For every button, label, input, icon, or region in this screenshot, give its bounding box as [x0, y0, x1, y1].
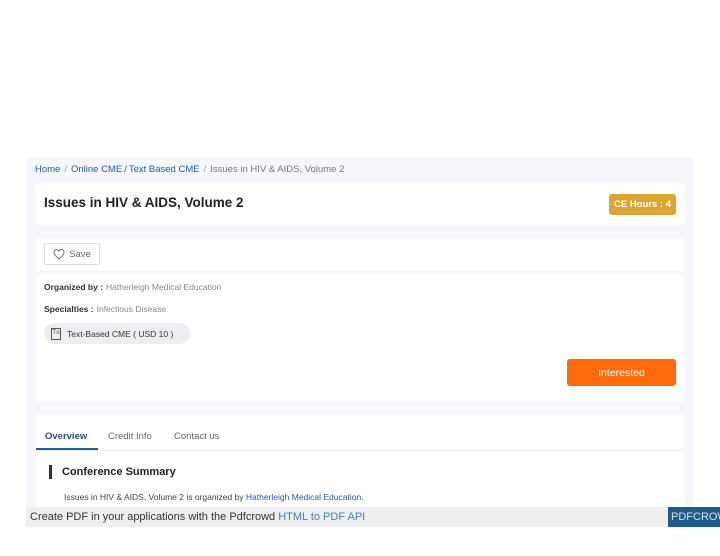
breadcrumb-online-cme[interactable]: Online CME: [71, 164, 122, 175]
pdfcrowd-logo[interactable]: PDFCROWD: [668, 507, 720, 527]
tabs-card: Overview Credit Info Contact us Conferen…: [36, 414, 684, 514]
breadcrumb-text-based-cme[interactable]: Text Based CME: [129, 164, 200, 175]
summary-suffix: .: [361, 492, 364, 502]
pdf-api-link[interactable]: HTML to PDF API: [278, 511, 365, 523]
section-heading: Conference Summary: [49, 465, 176, 479]
tab-contact-us[interactable]: Contact us: [174, 431, 219, 442]
breadcrumb-separator: /: [203, 164, 207, 175]
breadcrumb: Home / Online CME / Text Based CME / Issues in…: [35, 164, 344, 175]
organized-by-value: Hatherleigh Medical Education: [106, 282, 222, 292]
save-button[interactable]: Save: [44, 243, 100, 265]
save-card: Save: [36, 238, 684, 271]
interested-button[interactable]: Interested: [567, 359, 676, 386]
breadcrumb-separator: /: [64, 164, 67, 175]
active-tab-indicator: [36, 448, 98, 450]
tab-bar: Overview Credit Info Contact us: [36, 414, 684, 451]
page-title: Issues in HIV & AIDS, Volume 2: [44, 195, 244, 210]
pdf-banner-message: Create PDF in your applications with the…: [30, 511, 279, 523]
event-page: Home / Online CME / Text Based CME / Issues in…: [26, 157, 694, 514]
specialties-value: Infectious Disease: [96, 304, 167, 314]
cme-type-label: Text-Based CME ( USD 10 ): [67, 328, 174, 339]
organized-by-label: Organized by :: [44, 282, 104, 292]
text-document-icon: T≡: [51, 327, 61, 340]
breadcrumb-current: Issues in HIV & AIDS, Volume 2: [210, 164, 345, 175]
specialties-row: Specialties : Infectious Disease: [44, 304, 166, 314]
info-card: Organized by : Hatherleigh Medical Educat…: [36, 274, 684, 402]
summary-prefix: Issues in HIV & AIDS, Volume 2 is organi…: [64, 492, 246, 502]
ce-hours-badge: CE Hours : 4: [608, 194, 676, 215]
pdf-banner-text: Create PDF in your applications with the…: [30, 511, 365, 523]
cme-type-pill: T≡ Text-Based CME ( USD 10 ): [44, 323, 190, 344]
tab-overview[interactable]: Overview: [45, 431, 87, 442]
organizer-link[interactable]: Hatherleigh Medical Education: [246, 492, 361, 502]
summary-text: Issues in HIV & AIDS, Volume 2 is organi…: [64, 492, 364, 502]
breadcrumb-inner-separator: /: [124, 164, 127, 175]
organized-by-row: Organized by : Hatherleigh Medical Educat…: [44, 282, 221, 292]
heart-icon: [53, 248, 65, 260]
pdf-banner: Create PDF in your applications with the…: [26, 507, 720, 527]
tab-credit-info[interactable]: Credit Info: [108, 431, 152, 442]
breadcrumb-home[interactable]: Home: [35, 164, 60, 175]
save-label: Save: [69, 248, 91, 260]
specialties-label: Specialties :: [44, 304, 94, 314]
title-card: Issues in HIV & AIDS, Volume 2 CE Hours …: [36, 183, 684, 225]
